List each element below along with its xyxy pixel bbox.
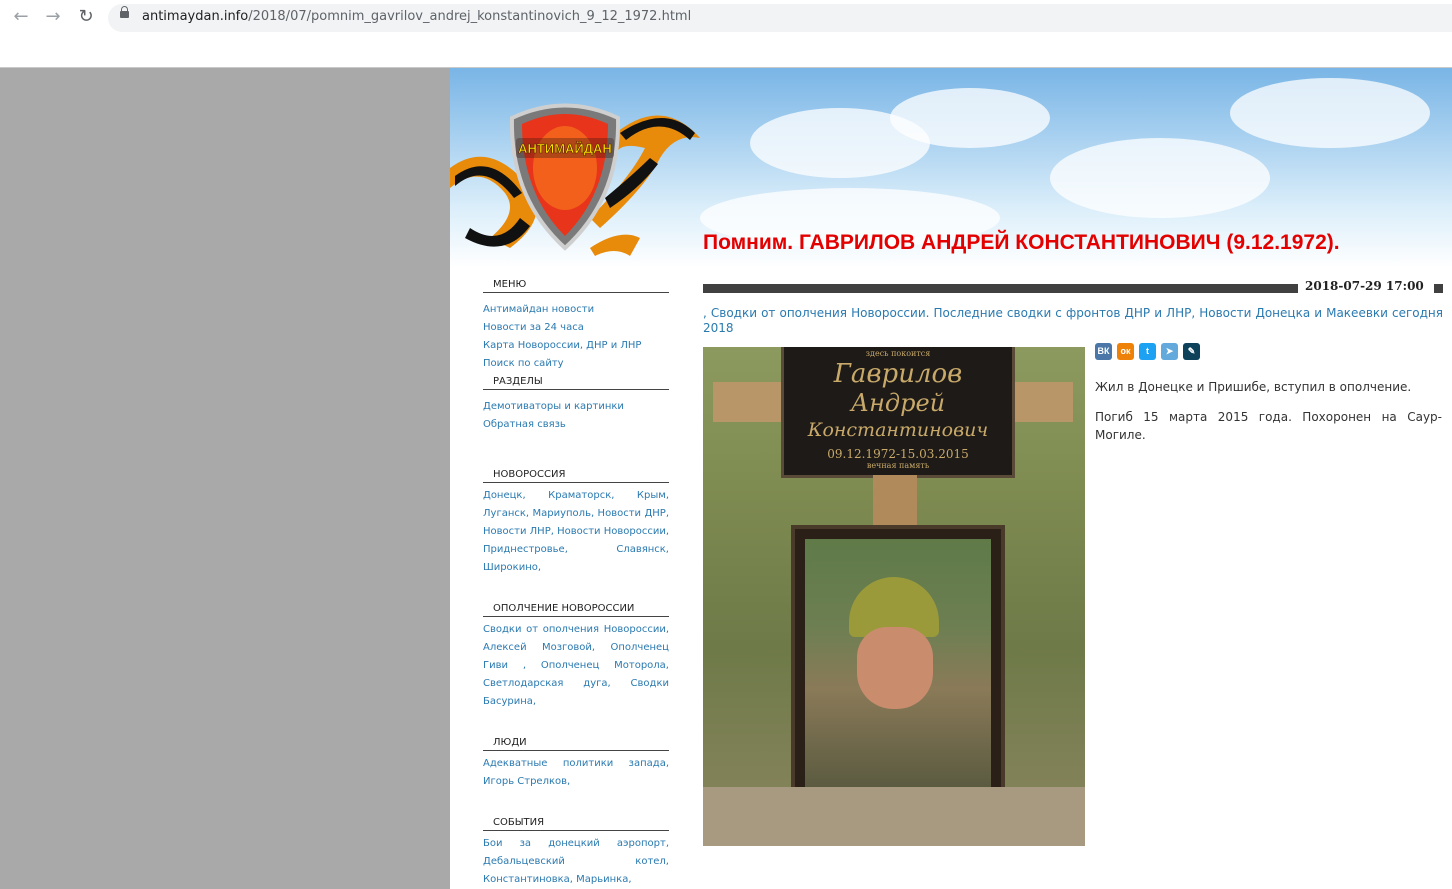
sidebar-link-news-24h[interactable]: Новости за 24 часа xyxy=(483,319,669,337)
article-date: 2018-07-29 17:00 xyxy=(1305,279,1424,293)
portrait-frame xyxy=(791,525,1005,803)
twitter-share-icon[interactable]: t xyxy=(1139,343,1156,360)
photo-ground xyxy=(703,787,1085,846)
date-bar-square xyxy=(1434,284,1443,293)
photo-plaque: здесь покоится Гаврилов Андрей Константи… xyxy=(781,347,1015,478)
telegram-share-icon[interactable]: ➤ xyxy=(1161,343,1178,360)
sidebar-link-map[interactable]: Карта Новороссии, ДНР и ЛНР xyxy=(483,337,669,355)
article-tags: , Сводки от ополчения Новороссии. Послед… xyxy=(703,306,1443,335)
lock-icon xyxy=(120,6,129,18)
plaque-memory: вечная память xyxy=(866,461,930,470)
site-page: АНТИМАЙДАН Помним. ГАВРИЛОВ АНДРЕЙ КОНСТ… xyxy=(450,68,1452,889)
article-paragraph: Погиб 15 марта 2015 года. Похоронен на С… xyxy=(1095,410,1442,442)
livejournal-share-icon[interactable]: ✎ xyxy=(1183,343,1200,360)
portrait-image xyxy=(805,539,991,789)
sidebar-heading-people: ЛЮДИ xyxy=(483,736,669,751)
sidebar-link-feedback[interactable]: Обратная связь xyxy=(483,416,669,434)
sidebar-heading-events: СОБЫТИЯ xyxy=(483,816,669,831)
url-path: /2018/07/pomnim_gavrilov_andrej_konstant… xyxy=(248,9,692,24)
plaque-name: Андрей xyxy=(850,389,946,417)
page-title: Помним. ГАВРИЛОВ АНДРЕЙ КОНСТАНТИНОВИЧ (… xyxy=(703,231,1340,254)
sidebar-link-demotivators[interactable]: Демотиваторы и картинки xyxy=(483,398,669,416)
reload-icon[interactable]: ↻ xyxy=(75,6,97,28)
back-icon[interactable]: ← xyxy=(10,6,32,28)
sidebar-link-antimaydan-news[interactable]: Антимайдан новости xyxy=(483,301,669,319)
sidebar-heading-sections: РАЗДЕЛЫ xyxy=(483,375,669,390)
sidebar-links-novorossia[interactable]: Донецк, Краматорск, Крым, Луганск, Мариу… xyxy=(483,483,669,577)
plaque-patronymic: Константинович xyxy=(807,419,989,441)
plaque-surname: Гаврилов xyxy=(833,359,963,389)
face xyxy=(857,627,933,709)
logo-text: АНТИМАЙДАН xyxy=(518,141,612,156)
article-paragraph: Жил в Донецке и Пришибе, вступил в ополч… xyxy=(1095,380,1412,394)
date-bar-line xyxy=(703,284,1298,293)
sidebar: МЕНЮ Антимайдан новости Новости за 24 ча… xyxy=(483,276,669,889)
forward-icon[interactable]: → xyxy=(42,6,64,28)
plaque-dates: 09.12.1972-15.03.2015 xyxy=(827,447,969,461)
sidebar-heading-novorossia: НОВОРОССИЯ xyxy=(483,468,669,483)
url-domain: antimaydan.info xyxy=(142,9,249,24)
sidebar-heading-militia: ОПОЛЧЕНИЕ НОВОРОССИИ xyxy=(483,602,669,617)
article-body: Жил в Донецке и Пришибе, вступил в ополч… xyxy=(1095,378,1442,456)
ok-share-icon[interactable]: ок xyxy=(1117,343,1134,360)
url-text[interactable]: antimaydan.info/2018/07/pomnim_gavrilov_… xyxy=(142,9,691,24)
address-bar[interactable]: antimaydan.info/2018/07/pomnim_gavrilov_… xyxy=(108,4,1452,32)
sidebar-links-events[interactable]: Бои за донецкий аэропорт, Дебальцевский … xyxy=(483,831,669,889)
page-background-left xyxy=(0,68,450,889)
browser-toolbar: ← → ↻ antimaydan.info/2018/07/pomnim_gav… xyxy=(0,0,1452,68)
sidebar-link-search[interactable]: Поиск по сайту xyxy=(483,355,669,373)
sidebar-links-people[interactable]: Адекватные политики запада, Игорь Стрелк… xyxy=(483,751,669,791)
article-photo: здесь покоится Гаврилов Андрей Константи… xyxy=(703,347,1085,846)
sidebar-links-militia[interactable]: Сводки от ополчения Новороссии, Алексей … xyxy=(483,617,669,711)
article-date-bar: 2018-07-29 17:00 xyxy=(703,279,1447,294)
tags-prefix: , xyxy=(703,306,711,320)
vk-share-icon[interactable]: ВК xyxy=(1095,343,1112,360)
plaque-small-text: здесь покоится xyxy=(865,349,931,358)
antimaydan-logo[interactable]: АНТИМАЙДАН xyxy=(450,98,705,258)
tag-link-militia-reports[interactable]: Сводки от ополчения Новороссии. Последни… xyxy=(711,306,1191,320)
sidebar-heading-menu: МЕНЮ xyxy=(483,278,669,293)
